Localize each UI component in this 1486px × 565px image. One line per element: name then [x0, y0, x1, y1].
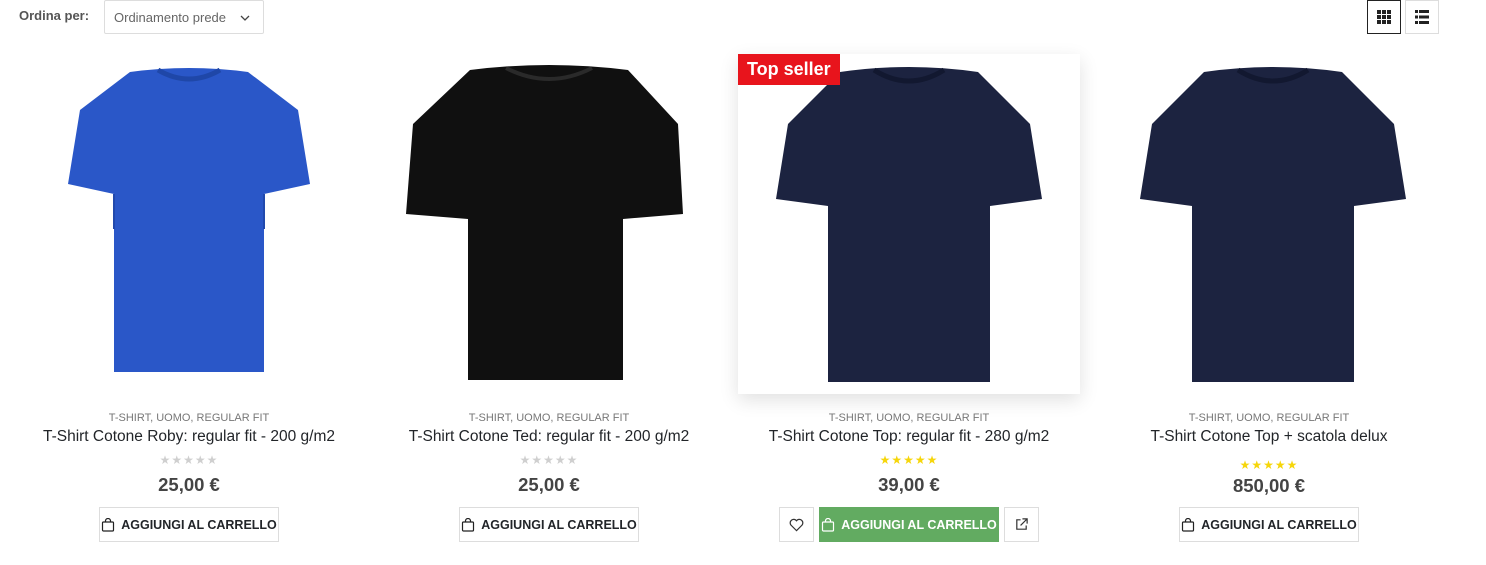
product-card: Top seller T-SHIRT, UOMO, REGULAR FIT T-…: [738, 54, 1080, 554]
product-card: T-SHIRT, UOMO, REGULAR FIT T-Shirt Coton…: [1098, 54, 1440, 554]
tshirt-blue-image: [68, 67, 310, 372]
add-to-cart-label: AGGIUNGI AL CARRELLO: [481, 517, 637, 532]
quick-view-button[interactable]: [1004, 507, 1039, 542]
product-image[interactable]: [1098, 54, 1440, 394]
sort-select[interactable]: Ordinamento prede: [104, 0, 264, 34]
product-categories[interactable]: T-SHIRT, UOMO, REGULAR FIT: [738, 412, 1080, 424]
product-image[interactable]: [18, 54, 360, 394]
shop-toolbar: Ordina per: Ordinamento prede: [0, 0, 1486, 40]
chevron-down-icon: [240, 15, 250, 21]
product-categories[interactable]: T-SHIRT, UOMO, REGULAR FIT: [1098, 412, 1440, 424]
rating-stars: ★★★★★: [879, 453, 939, 467]
product-card: T-SHIRT, UOMO, REGULAR FIT T-Shirt Coton…: [378, 54, 720, 554]
grid-icon: [1377, 10, 1391, 24]
add-to-cart-button[interactable]: AGGIUNGI AL CARRELLO: [99, 507, 279, 542]
sort-select-value: Ordinamento prede: [114, 10, 227, 25]
product-card: T-SHIRT, UOMO, REGULAR FIT T-Shirt Coton…: [18, 54, 360, 554]
wishlist-button[interactable]: [779, 507, 814, 542]
add-to-cart-button[interactable]: AGGIUNGI AL CARRELLO: [819, 507, 999, 542]
add-to-cart-button[interactable]: AGGIUNGI AL CARRELLO: [459, 507, 639, 542]
product-categories[interactable]: T-SHIRT, UOMO, REGULAR FIT: [378, 412, 720, 424]
list-icon: [1415, 10, 1429, 24]
add-to-cart-button[interactable]: AGGIUNGI AL CARRELLO: [1179, 507, 1359, 542]
product-categories[interactable]: T-SHIRT, UOMO, REGULAR FIT: [18, 412, 360, 424]
shopping-bag-icon: [102, 517, 115, 532]
add-to-cart-label: AGGIUNGI AL CARRELLO: [121, 517, 277, 532]
external-link-icon: [1016, 518, 1028, 530]
product-price: 850,00 €: [1232, 475, 1305, 496]
tshirt-black-image: [406, 65, 683, 380]
rating-stars: ★★★★★: [1239, 458, 1299, 472]
product-title[interactable]: T-Shirt Cotone Roby: regular fit - 200 g…: [18, 428, 360, 446]
shopping-bag-icon: [1182, 517, 1195, 532]
rating-stars: ★★★★★: [519, 453, 579, 467]
tshirt-navy-image: [1140, 67, 1406, 382]
product-image[interactable]: [378, 54, 720, 394]
product-title[interactable]: T-Shirt Cotone Top: regular fit - 280 g/…: [738, 428, 1080, 446]
product-title[interactable]: T-Shirt Cotone Top + scatola delux: [1098, 428, 1440, 446]
shopping-bag-icon: [822, 517, 835, 532]
product-image[interactable]: [738, 54, 1080, 394]
top-seller-badge: Top seller: [738, 54, 840, 85]
product-price: 25,00 €: [518, 474, 580, 495]
product-price: 39,00 €: [878, 474, 940, 495]
heart-icon: [789, 518, 804, 531]
product-title[interactable]: T-Shirt Cotone Ted: regular fit - 200 g/…: [378, 428, 720, 446]
add-to-cart-label: AGGIUNGI AL CARRELLO: [1201, 517, 1357, 532]
product-price: 25,00 €: [158, 474, 220, 495]
shopping-bag-icon: [462, 517, 475, 532]
tshirt-navy-image: [776, 67, 1042, 382]
rating-stars: ★★★★★: [159, 453, 219, 467]
list-view-button[interactable]: [1405, 0, 1439, 34]
grid-view-button[interactable]: [1367, 0, 1401, 34]
add-to-cart-label: AGGIUNGI AL CARRELLO: [841, 517, 997, 532]
sort-label: Ordina per:: [19, 8, 90, 23]
